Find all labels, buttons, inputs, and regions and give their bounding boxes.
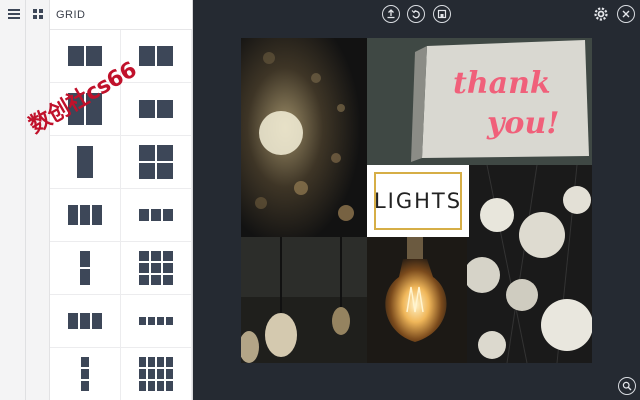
save-icon[interactable] [433,5,451,23]
neon-sign-text: thank [453,66,551,101]
layout-option-four-grid[interactable] [121,136,192,189]
layout-option-twelve-grid[interactable] [121,348,192,400]
photo-rain-window[interactable] [241,38,367,237]
layout-option-three-row-narrow[interactable] [50,348,121,400]
panel-title: GRID [50,0,192,30]
photo-neon-sign[interactable]: thank you! [367,38,592,165]
layout-option-nine-grid[interactable] [121,242,192,295]
left-toolbar [0,0,50,400]
undo-icon[interactable] [407,5,425,23]
rail-divider [25,0,26,400]
layout-option-two-row-narrow[interactable] [50,242,121,295]
layout-option-four-column[interactable] [121,295,192,348]
text-card-label: LIGHTS [374,172,462,230]
svg-text:you!: you! [486,106,559,141]
gear-icon[interactable] [592,5,610,23]
layout-option-three-column-short[interactable] [121,189,192,242]
layout-option-three-column-wide[interactable] [50,295,121,348]
grid-icon[interactable] [28,6,48,22]
layout-option-two-column-offset[interactable] [50,136,121,189]
hamburger-menu-icon[interactable] [4,6,24,22]
text-card[interactable]: LIGHTS [367,165,469,237]
close-icon[interactable] [617,5,635,23]
photo-glowing-bulb[interactable] [367,237,467,363]
photo-hanging-bulbs[interactable] [241,237,367,363]
editor-workspace: thank you! LIGHTS [193,0,640,400]
collage-canvas[interactable]: thank you! LIGHTS [241,38,592,363]
photo-globe-lights[interactable] [467,165,592,363]
layout-option-two-column-short[interactable] [121,83,192,136]
zoom-icon[interactable] [618,377,636,395]
layout-option-three-column[interactable] [50,189,121,242]
upload-icon[interactable] [382,5,400,23]
